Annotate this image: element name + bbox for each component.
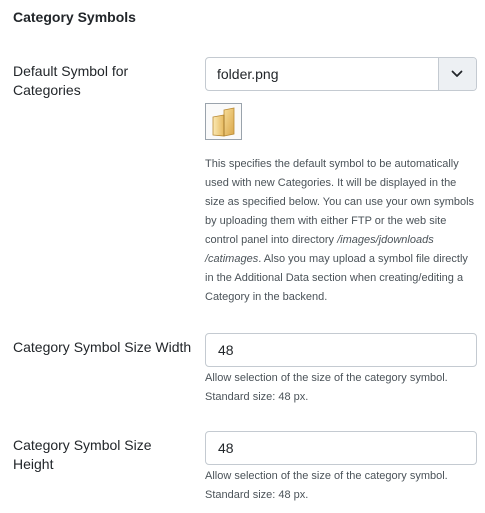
- default-symbol-label: Default Symbol for Categories: [13, 63, 129, 98]
- folder-icon: [212, 107, 235, 137]
- settings-panel: Category Symbols Default Symbol for Cate…: [0, 0, 485, 513]
- default-symbol-value: folder.png: [217, 66, 279, 82]
- symbol-preview: [205, 103, 242, 140]
- symbol-size-height-input[interactable]: [218, 439, 458, 457]
- symbol-size-height-help: Allow selection of the size of the categ…: [205, 470, 448, 501]
- section-title: Category Symbols: [13, 9, 136, 25]
- default-symbol-help: This specifies the default symbol to be …: [205, 155, 477, 307]
- symbol-size-height-label: Category Symbol Size Height: [13, 437, 152, 472]
- help-text: This specifies the default symbol to be …: [205, 158, 475, 246]
- symbol-size-width-help: Allow selection of the size of the categ…: [205, 372, 448, 403]
- symbol-size-width-label: Category Symbol Size Width: [13, 339, 192, 355]
- symbol-size-width-input[interactable]: [218, 341, 458, 359]
- symbol-size-width-field[interactable]: [205, 333, 477, 367]
- chevron-down-icon: [451, 70, 463, 77]
- dropdown-toggle[interactable]: [438, 58, 476, 90]
- symbol-size-height-field[interactable]: [205, 431, 477, 465]
- default-symbol-select[interactable]: folder.png: [205, 57, 477, 91]
